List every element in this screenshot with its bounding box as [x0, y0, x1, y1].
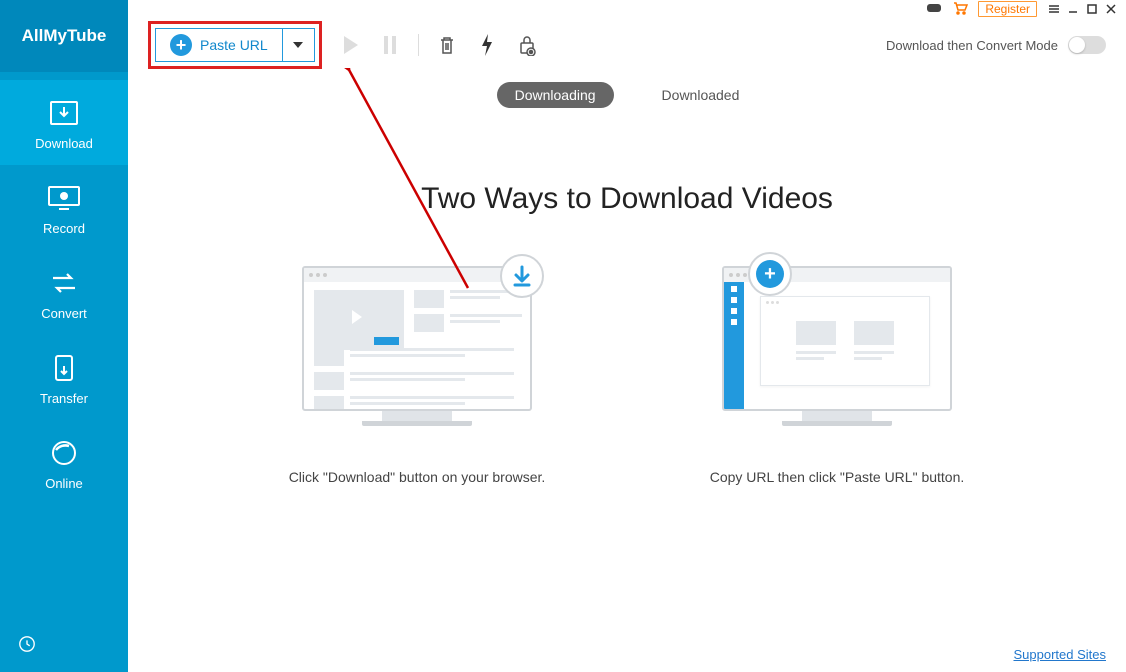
way2-caption: Copy URL then click "Paste URL" button. [710, 468, 965, 488]
supported-sites-link[interactable]: Supported Sites [1013, 647, 1106, 662]
convert-mode-toggle[interactable] [1068, 36, 1106, 54]
tab-downloaded[interactable]: Downloaded [644, 82, 758, 108]
illustration-paste-url: + [722, 266, 952, 446]
convert-mode-label: Download then Convert Mode [886, 38, 1058, 53]
sidebar-item-transfer[interactable]: Transfer [0, 335, 128, 420]
page-headline: Two Ways to Download Videos [421, 182, 833, 216]
paste-url-button[interactable]: + Paste URL [155, 28, 315, 62]
sidebar-item-convert[interactable]: Convert [0, 250, 128, 335]
sidebar-footer [0, 620, 128, 672]
paste-url-label: Paste URL [200, 37, 268, 53]
plus-circle-icon: + [170, 34, 192, 56]
download-arrow-icon [500, 254, 544, 298]
sidebar-item-online[interactable]: Online [0, 420, 128, 505]
minimize-icon[interactable] [1066, 2, 1080, 16]
app-logo: AllMyTube [0, 0, 128, 72]
way1-caption: Click "Download" button on your browser. [289, 468, 546, 488]
maximize-icon[interactable] [1085, 2, 1099, 16]
illustration-browser [302, 266, 532, 446]
sidebar: AllMyTube Download Record Convert [0, 0, 128, 672]
sidebar-item-label: Online [45, 476, 83, 491]
toolbar-separator [418, 34, 419, 56]
titlebar: Register [128, 0, 1126, 18]
tab-downloading[interactable]: Downloading [497, 82, 614, 108]
sidebar-item-label: Convert [41, 306, 87, 321]
lightning-icon[interactable] [475, 33, 499, 57]
convert-icon [46, 268, 82, 298]
transfer-icon [46, 353, 82, 383]
play-icon [338, 33, 362, 57]
way-browser-download: Click "Download" button on your browser. [267, 266, 567, 488]
online-icon [46, 438, 82, 468]
pause-icon [378, 33, 402, 57]
plus-badge-icon: + [748, 252, 792, 296]
content-area: Two Ways to Download Videos [128, 122, 1126, 672]
cart-icon[interactable] [952, 1, 968, 18]
paste-url-highlight: + Paste URL [148, 21, 322, 69]
close-icon[interactable] [1104, 2, 1118, 16]
clock-icon[interactable] [18, 635, 36, 658]
toolbar: + Paste URL [128, 18, 1126, 72]
main-area: Register + Paste URL [128, 0, 1126, 672]
lock-eye-icon[interactable] [515, 33, 539, 57]
download-icon [46, 98, 82, 128]
menu-icon[interactable] [1047, 2, 1061, 16]
register-button[interactable]: Register [978, 1, 1037, 17]
way-paste-url: + Copy URL then click "Paste URL" button… [687, 266, 987, 488]
trash-icon[interactable] [435, 33, 459, 57]
sidebar-item-label: Record [43, 221, 85, 236]
sidebar-item-download[interactable]: Download [0, 80, 128, 165]
controller-icon[interactable] [926, 2, 942, 17]
sidebar-item-label: Transfer [40, 391, 88, 406]
sidebar-item-record[interactable]: Record [0, 165, 128, 250]
paste-url-dropdown[interactable] [282, 29, 314, 61]
sidebar-item-label: Download [35, 136, 93, 151]
sidebar-nav: Download Record Convert Transfer [0, 72, 128, 620]
record-icon [46, 183, 82, 213]
subtabs: Downloading Downloaded [128, 72, 1126, 122]
